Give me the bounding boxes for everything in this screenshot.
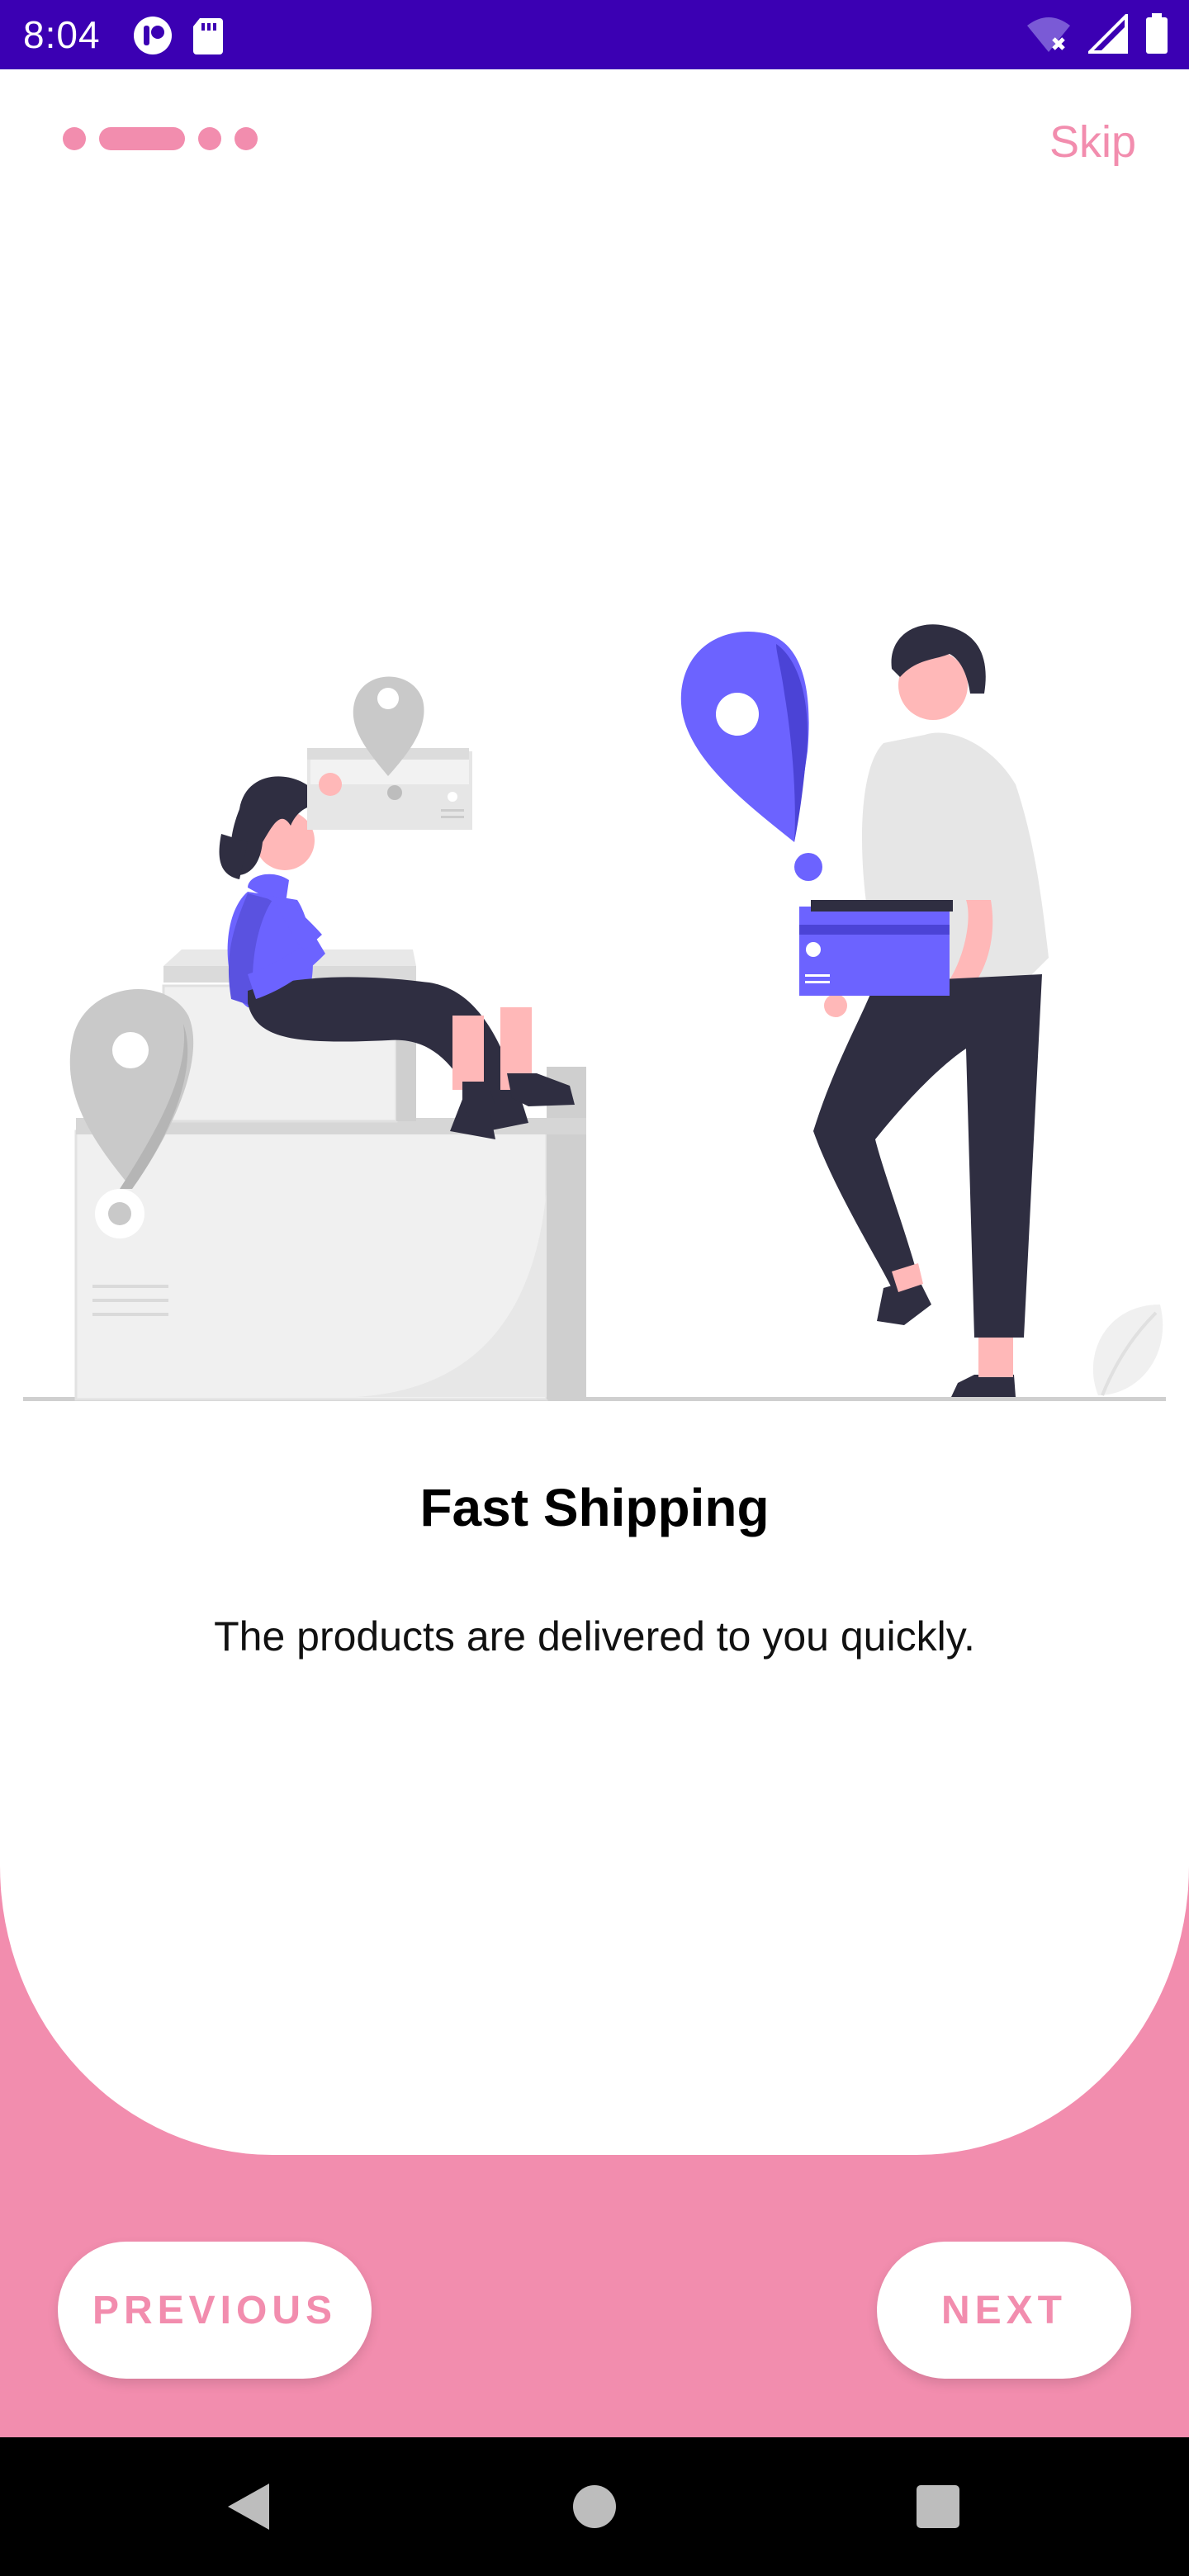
- status-bar: 8:04: [0, 0, 1189, 69]
- content-sheet: [0, 1866, 1189, 2155]
- cell-signal-icon: [1086, 12, 1128, 58]
- next-button[interactable]: NEXT: [877, 2242, 1131, 2379]
- battery-icon: [1144, 13, 1169, 59]
- page-indicator: [63, 127, 258, 150]
- sd-card-icon: [192, 15, 225, 60]
- onboarding-title: Fast Shipping: [419, 1478, 770, 1537]
- page-dot: [63, 127, 86, 150]
- wifi-off-icon: [1026, 14, 1072, 58]
- page-dot-active: [99, 127, 185, 150]
- home-icon[interactable]: [571, 2484, 618, 2534]
- back-icon[interactable]: [223, 2480, 272, 2537]
- bottom-panel: PREVIOUS NEXT: [0, 1866, 1189, 2437]
- previous-button[interactable]: PREVIOUS: [58, 2242, 372, 2379]
- system-navigation-bar: [0, 2437, 1189, 2576]
- status-time: 8:04: [23, 13, 101, 56]
- page-dot: [198, 127, 221, 150]
- page-dot: [234, 127, 258, 150]
- app-icon: [132, 15, 173, 60]
- recents-icon[interactable]: [915, 2484, 961, 2534]
- skip-button[interactable]: Skip: [1049, 116, 1136, 168]
- shipping-illustration: [23, 624, 1166, 1401]
- onboarding-description: The products are delivered to you quickl…: [214, 1613, 975, 1660]
